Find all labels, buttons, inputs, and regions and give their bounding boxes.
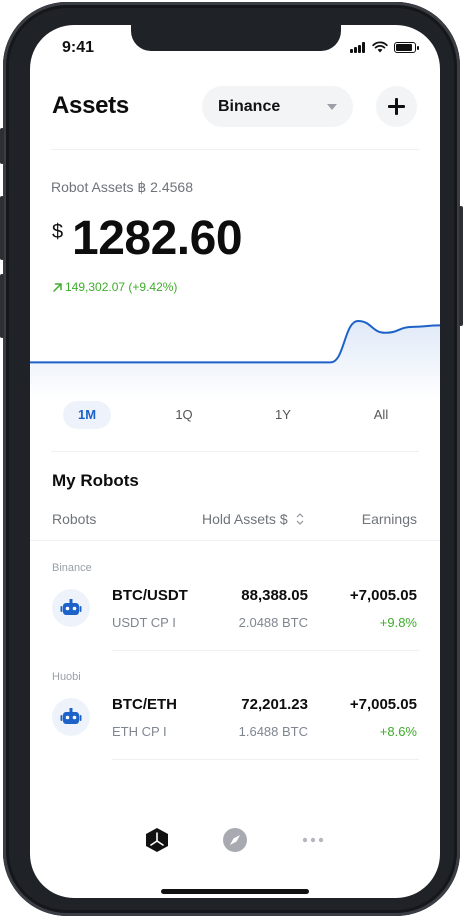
period-label: 1M	[77, 407, 97, 422]
robot-hold-value: 72,201.23	[241, 696, 308, 713]
exchange-group-label: Huobi	[52, 671, 81, 683]
period-label: 1Q	[175, 407, 193, 422]
row-divider	[112, 759, 419, 760]
volume-down-button	[0, 274, 4, 338]
home-icon[interactable]	[142, 825, 172, 855]
robot-icon	[52, 698, 90, 736]
column-header-hold[interactable]: Hold Assets $	[202, 511, 288, 527]
tab-bar	[30, 825, 440, 861]
robot-icon	[52, 589, 90, 627]
exchange-group-label: Binance	[52, 562, 92, 574]
robot-pair: BTC/USDT	[112, 587, 188, 604]
sort-icon[interactable]	[296, 512, 304, 526]
wifi-icon	[372, 41, 388, 53]
header-row-divider	[30, 540, 440, 541]
robot-strategy: USDT CP I	[112, 615, 176, 630]
period-label: All	[373, 407, 389, 422]
robot-assets-label: Robot Assets ฿ 2.4568	[51, 179, 193, 195]
arrow-up-right-icon	[53, 282, 62, 292]
balance-value: 1282.60	[72, 212, 243, 265]
exchange-label: Binance	[218, 97, 281, 115]
chevron-down-icon	[327, 104, 337, 110]
period-tab-all[interactable]: All	[357, 401, 405, 429]
exchange-selector[interactable]: Binance	[202, 86, 353, 127]
robot-hold-btc: 1.6488 BTC	[238, 724, 308, 739]
phone-frame: 9:41 Assets Binance Robot Assets ฿ 2.456…	[0, 2, 463, 916]
signal-icon	[350, 41, 366, 53]
period-tab-1y[interactable]: 1Y	[259, 401, 307, 429]
notch	[131, 25, 341, 51]
compass-icon[interactable]	[220, 825, 250, 855]
app-screen: 9:41 Assets Binance Robot Assets ฿ 2.456…	[30, 25, 440, 898]
robot-hold-btc: 2.0488 BTC	[238, 615, 308, 630]
volume-up-button	[0, 196, 4, 260]
balance-change: 149,302.07 (+9.42%)	[52, 280, 177, 294]
page-title: Assets	[52, 92, 129, 119]
add-button[interactable]	[376, 86, 417, 127]
mute-switch	[0, 128, 4, 164]
robot-pair: BTC/ETH	[112, 696, 177, 713]
robot-earnings-pct: +8.6%	[379, 724, 417, 739]
more-icon[interactable]	[298, 825, 328, 855]
period-tab-1q[interactable]: 1Q	[160, 401, 208, 429]
period-label: 1Y	[275, 407, 291, 422]
robot-earnings-pct: +9.8%	[379, 615, 417, 630]
battery-icon	[394, 41, 419, 53]
section-title: My Robots	[52, 471, 139, 490]
robot-earnings: +7,005.05	[349, 696, 417, 713]
row-divider	[112, 650, 419, 651]
balance-currency: $	[52, 221, 64, 243]
column-header-earnings: Earnings	[361, 511, 417, 527]
robot-earnings: +7,005.05	[349, 587, 417, 604]
power-button	[459, 206, 463, 326]
column-header-robots: Robots	[52, 511, 97, 527]
balance-change-text: 149,302.07 (+9.42%)	[65, 280, 178, 294]
robot-strategy: ETH CP I	[112, 724, 167, 739]
robot-hold-value: 88,388.05	[241, 587, 308, 604]
chart-area	[30, 320, 440, 400]
section-divider	[51, 451, 419, 452]
status-time: 9:41	[62, 39, 95, 56]
header-divider	[51, 149, 419, 150]
status-icons	[350, 41, 419, 53]
period-tabs: 1M 1Q 1Y All	[30, 401, 440, 431]
period-tab-1m[interactable]: 1M	[63, 401, 111, 429]
home-indicator	[161, 889, 309, 894]
assets-chart	[30, 319, 440, 400]
